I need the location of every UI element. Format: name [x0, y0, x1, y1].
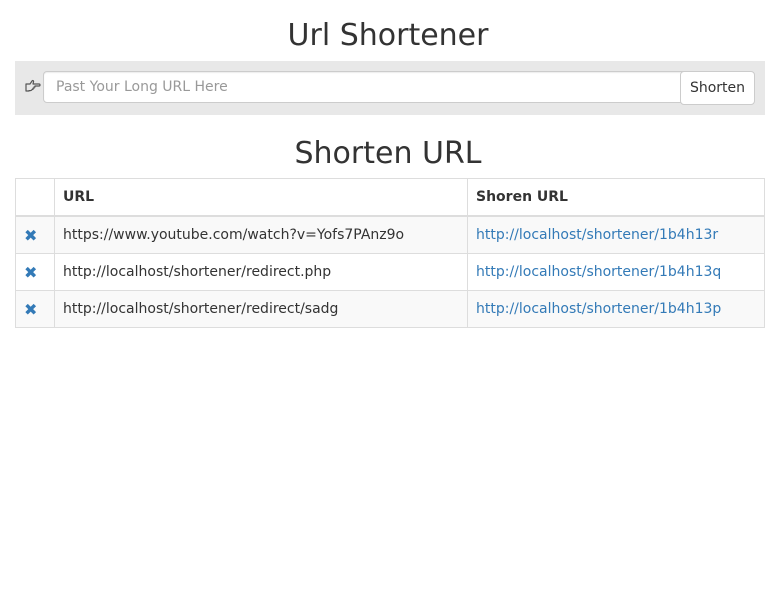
long-url-cell: http://localhost/shortener/redirect.php [54, 253, 468, 291]
table-row: ✖ http://localhost/shortener/redirect.ph… [15, 253, 765, 291]
long-url-input[interactable] [43, 71, 689, 103]
column-header-url: URL [54, 178, 468, 217]
shorten-form: Shorten [15, 61, 765, 115]
table-row: ✖ http://localhost/shortener/redirect/sa… [15, 290, 765, 328]
shorten-button[interactable]: Shorten [680, 71, 755, 105]
short-url-link[interactable]: http://localhost/shortener/1b4h13q [476, 264, 721, 280]
hand-pointing-right-icon [24, 77, 44, 97]
long-url-cell: http://localhost/shortener/redirect/sadg [54, 290, 468, 328]
close-icon[interactable]: ✖ [24, 226, 37, 245]
close-icon[interactable]: ✖ [24, 263, 37, 282]
short-url-link[interactable]: http://localhost/shortener/1b4h13p [476, 301, 721, 317]
table-row: ✖ https://www.youtube.com/watch?v=Yofs7P… [15, 215, 765, 254]
shortened-urls-table: URL Shoren URL ✖ https://www.youtube.com… [15, 178, 765, 328]
table-header-row: URL Shoren URL [15, 178, 765, 217]
close-icon[interactable]: ✖ [24, 300, 37, 319]
section-title: Shorten URL [294, 136, 482, 171]
short-url-link[interactable]: http://localhost/shortener/1b4h13r [476, 227, 718, 243]
long-url-cell: https://www.youtube.com/watch?v=Yofs7PAn… [54, 215, 468, 254]
page-title: Url Shortener [287, 18, 489, 53]
column-header-actions [15, 178, 55, 217]
column-header-short-url: Shoren URL [467, 178, 765, 217]
